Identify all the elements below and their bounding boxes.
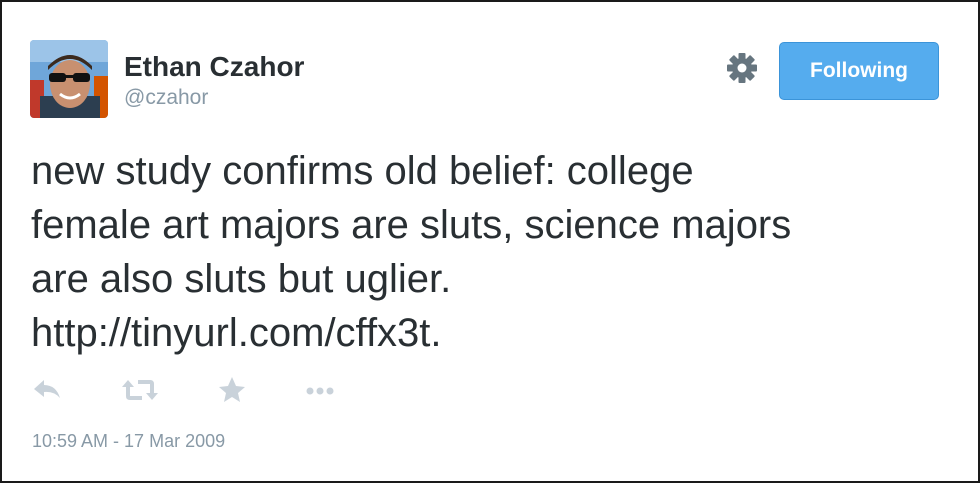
tweet-card: Ethan Czahor @czahor Following new study… [0,0,980,483]
tweet-timestamp[interactable]: 10:59 AM - 17 Mar 2009 [32,430,225,452]
following-button[interactable]: Following [779,42,939,100]
tweet-link[interactable]: http://tinyurl.com/cffx3t. [31,306,951,360]
tweet-text: new study confirms old belief: college f… [31,144,951,360]
favorite-icon[interactable] [214,374,250,406]
reply-icon[interactable] [30,374,66,406]
avatar-photo [30,40,108,118]
tweet-line: female art majors are sluts, science maj… [31,203,792,247]
tweet-line: new study confirms old belief: college [31,149,694,193]
gear-icon[interactable] [724,50,760,86]
tweet-line: are also sluts but uglier. [31,257,452,301]
avatar[interactable] [30,40,108,118]
author-name[interactable]: Ethan Czahor [124,52,304,82]
retweet-icon[interactable] [122,374,158,406]
more-icon[interactable] [302,374,338,406]
author-handle[interactable]: @czahor [124,86,208,110]
